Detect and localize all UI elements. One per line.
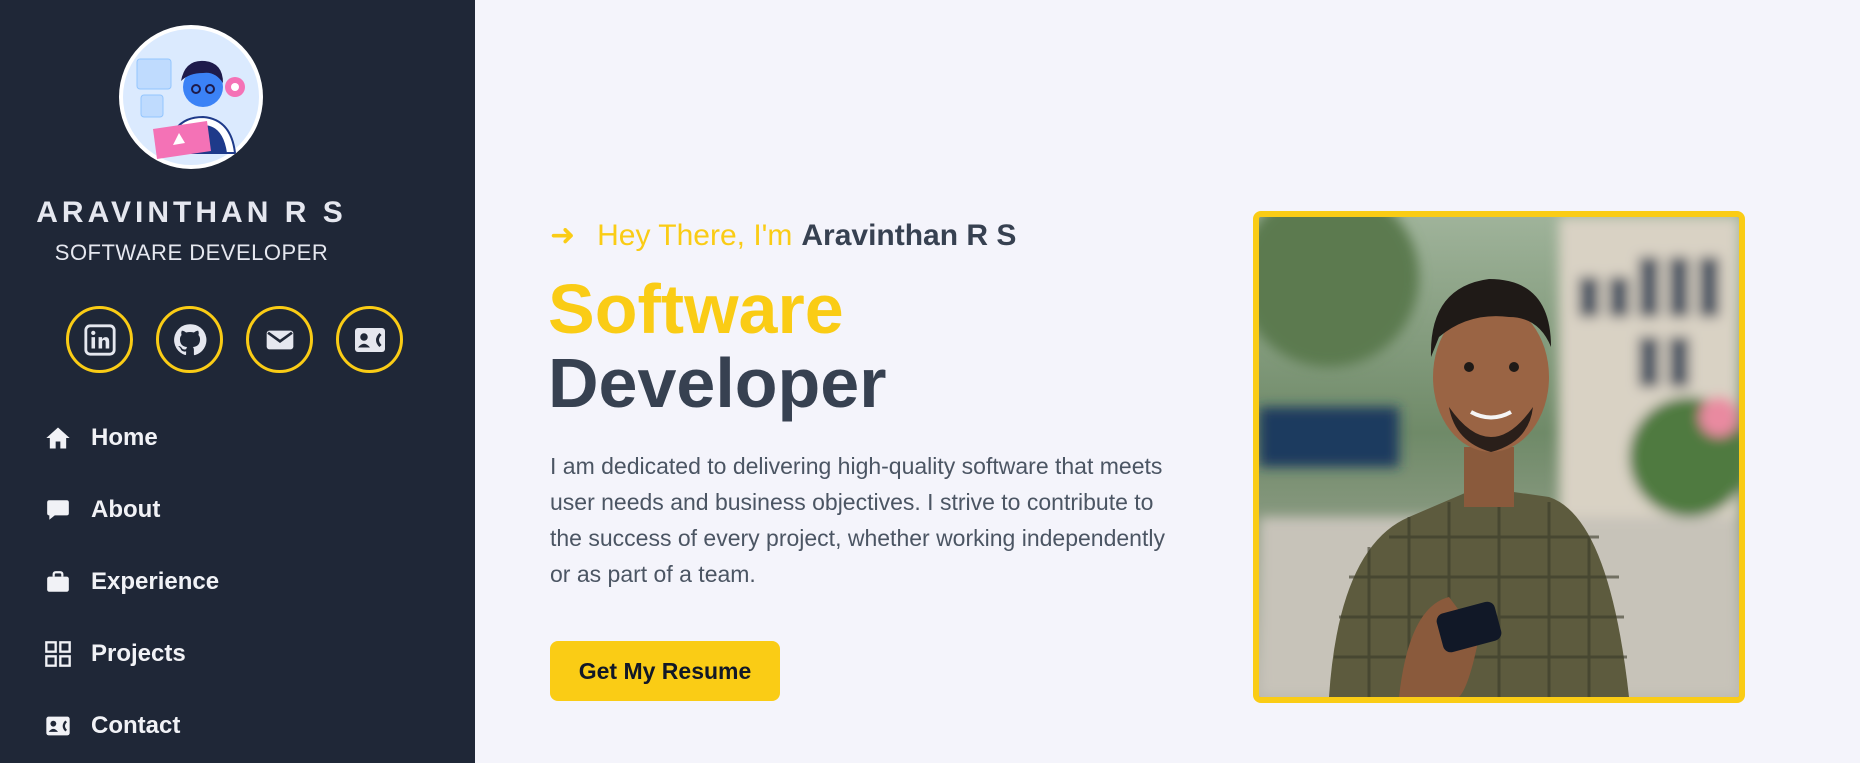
home-icon (43, 423, 73, 453)
contact-card-button[interactable] (336, 306, 403, 373)
greeting-text: Hey There, I'm (597, 218, 793, 252)
get-resume-button[interactable]: Get My Resume (550, 641, 780, 701)
sidebar-item-label: Home (91, 424, 158, 451)
github-button[interactable] (156, 306, 223, 373)
sidebar-item-home[interactable]: Home (0, 402, 475, 474)
sidebar-item-label: About (91, 496, 161, 523)
chat-bubble-icon (43, 495, 73, 525)
arrow-right-icon: ➜ (550, 219, 576, 252)
headline-line-1: Software (548, 270, 844, 348)
linkedin-button[interactable] (66, 306, 133, 373)
sidebar-item-label: Contact (91, 712, 181, 739)
grid-icon (43, 639, 73, 669)
sidebar-item-contact[interactable]: Contact (0, 690, 475, 762)
social-links (66, 306, 403, 373)
profile-photo (1253, 211, 1745, 703)
email-button[interactable] (246, 306, 313, 373)
headline-line-2: Developer (548, 344, 887, 422)
hero-section: ➜ Hey There, I'm Aravinthan R S Software… (475, 0, 1860, 763)
sidebar-item-projects[interactable]: Projects (0, 618, 475, 690)
hero-headline: Software Developer (548, 272, 886, 420)
sidebar-nav: Home About Experience Projects Contact (0, 402, 475, 762)
sidebar-item-about[interactable]: About (0, 474, 475, 546)
sidebar: ARAVINTHAN R S SOFTWARE DEVELOPER Home A… (0, 0, 475, 763)
sidebar-item-label: Projects (91, 640, 186, 667)
contact-card-icon (43, 711, 73, 741)
hero-greeting: ➜ Hey There, I'm Aravinthan R S (550, 218, 1016, 253)
hero-intro: I am dedicated to delivering high-qualit… (550, 453, 1165, 587)
greeting-name: Aravinthan R S (801, 218, 1017, 252)
briefcase-icon (43, 567, 73, 597)
linkedin-icon (83, 323, 116, 356)
github-icon (173, 323, 206, 355)
avatar (119, 25, 263, 169)
sidebar-item-label: Experience (91, 568, 220, 595)
contact-card-icon (354, 327, 385, 352)
sidebar-item-experience[interactable]: Experience (0, 546, 475, 618)
mail-icon (266, 330, 293, 349)
profile-name: ARAVINTHAN R S (36, 196, 347, 229)
profile-role: SOFTWARE DEVELOPER (54, 240, 329, 265)
